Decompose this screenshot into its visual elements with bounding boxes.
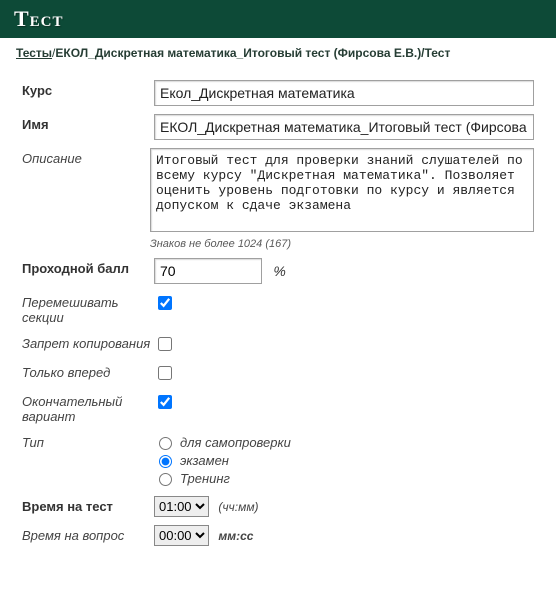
breadcrumb-link-tests[interactable]: Тесты (16, 46, 52, 60)
type-radio-self-input[interactable] (159, 437, 172, 450)
passmark-input[interactable] (154, 258, 262, 284)
label-forward: Только вперед (22, 362, 154, 380)
label-description: Описание (22, 148, 150, 166)
question-time-select[interactable]: 00:00 (154, 525, 209, 546)
form: Курс Имя Описание Итоговый тест для пров… (0, 68, 556, 564)
label-name: Имя (22, 114, 154, 132)
label-test-time: Время на тест (22, 496, 154, 514)
description-textarea[interactable]: Итоговый тест для проверки знаний слушат… (150, 148, 534, 232)
question-time-unit: мм:сс (218, 529, 253, 543)
name-input[interactable] (154, 114, 534, 140)
row-course: Курс (22, 80, 534, 106)
type-radio-train-label: Тренинг (180, 471, 230, 486)
label-shuffle: Перемешивать секции (22, 292, 154, 325)
type-radio-self-label: для самопроверки (180, 435, 291, 450)
page-title: Тест (14, 6, 64, 31)
row-passmark: Проходной балл % (22, 258, 534, 284)
row-description: Описание Итоговый тест для проверки знан… (22, 148, 534, 250)
label-course: Курс (22, 80, 154, 98)
breadcrumb-current: ЕКОЛ_Дискретная математика_Итоговый тест… (55, 46, 450, 60)
final-checkbox[interactable] (158, 395, 172, 409)
type-radio-self[interactable]: для самопроверки (154, 434, 534, 450)
course-input[interactable] (154, 80, 534, 106)
breadcrumb: Тесты/ЕКОЛ_Дискретная математика_Итоговы… (0, 38, 556, 68)
type-radio-train[interactable]: Тренинг (154, 470, 534, 486)
row-forward: Только вперед (22, 362, 534, 383)
passmark-unit: % (273, 263, 285, 279)
row-type: Тип для самопроверки экзамен Тренинг (22, 432, 534, 488)
type-radio-train-input[interactable] (159, 473, 172, 486)
test-time-select[interactable]: 01:00 (154, 496, 209, 517)
type-radio-group: для самопроверки экзамен Тренинг (154, 434, 534, 486)
label-question-time: Время на вопрос (22, 525, 154, 543)
row-shuffle: Перемешивать секции (22, 292, 534, 325)
forward-checkbox[interactable] (158, 366, 172, 380)
row-question-time: Время на вопрос 00:00 мм:сс (22, 525, 534, 546)
test-time-unit: (чч:мм) (218, 500, 258, 514)
label-final: Окончательный вариант (22, 391, 154, 424)
type-radio-exam-label: экзамен (180, 453, 229, 468)
page-header: Тест (0, 0, 556, 38)
description-hint: Знаков не более 1024 (167) (150, 238, 534, 250)
shuffle-checkbox[interactable] (158, 296, 172, 310)
row-nocopy: Запрет копирования (22, 333, 534, 354)
row-test-time: Время на тест 01:00 (чч:мм) (22, 496, 534, 517)
row-name: Имя (22, 114, 534, 140)
row-final: Окончательный вариант (22, 391, 534, 424)
label-type: Тип (22, 432, 154, 450)
nocopy-checkbox[interactable] (158, 337, 172, 351)
type-radio-exam[interactable]: экзамен (154, 452, 534, 468)
label-passmark: Проходной балл (22, 258, 154, 276)
type-radio-exam-input[interactable] (159, 455, 172, 468)
label-nocopy: Запрет копирования (22, 333, 154, 351)
